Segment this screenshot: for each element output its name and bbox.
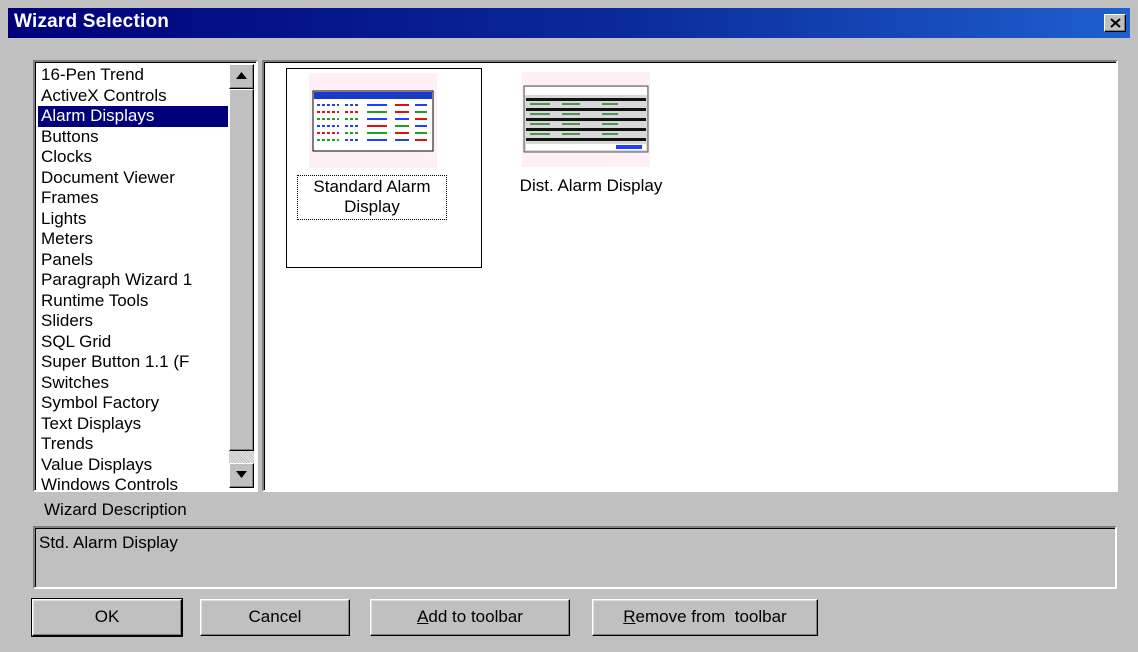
category-list: 16-Pen Trend ActiveX Controls Alarm Displa… bbox=[38, 65, 228, 490]
wizard-selection-dialog: Wizard Selection 16-Pen Trend ActiveX Con… bbox=[0, 0, 1138, 652]
category-item[interactable]: Document Viewer bbox=[38, 168, 228, 189]
category-item[interactable]: Trends bbox=[38, 434, 228, 455]
category-item[interactable]: Paragraph Wizard 1 bbox=[38, 270, 228, 291]
dist-alarm-display-thumbnail bbox=[522, 72, 650, 167]
category-item[interactable]: Panels bbox=[38, 250, 228, 271]
title-bar[interactable]: Wizard Selection bbox=[8, 8, 1130, 38]
category-item[interactable]: Value Displays bbox=[38, 455, 228, 476]
wizard-description-label: Wizard Description bbox=[44, 500, 187, 519]
category-item[interactable]: Runtime Tools bbox=[38, 291, 228, 312]
category-item[interactable]: Clocks bbox=[38, 147, 228, 168]
arrow-down-icon bbox=[236, 471, 247, 478]
category-item[interactable]: Sliders bbox=[38, 311, 228, 332]
wizard-description-text: Std. Alarm Display bbox=[39, 533, 178, 552]
category-item[interactable]: ActiveX Controls bbox=[38, 86, 228, 107]
category-item[interactable]: Switches bbox=[38, 373, 228, 394]
category-item[interactable]: Text Displays bbox=[38, 414, 228, 435]
category-item[interactable]: SQL Grid bbox=[38, 332, 228, 353]
scroll-down-button[interactable] bbox=[229, 463, 254, 488]
wizard-tile-standard-alarm-display[interactable]: Standard Alarm Display bbox=[286, 68, 482, 268]
category-listbox[interactable]: 16-Pen Trend ActiveX Controls Alarm Displa… bbox=[33, 60, 258, 492]
category-item[interactable]: Windows Controls bbox=[38, 475, 228, 490]
close-icon bbox=[1110, 18, 1121, 28]
scroll-up-button[interactable] bbox=[229, 64, 254, 89]
wizard-tile-label: Standard Alarm Display bbox=[297, 175, 447, 220]
arrow-up-icon bbox=[236, 72, 247, 79]
window-title: Wizard Selection bbox=[14, 11, 170, 32]
category-item[interactable]: Symbol Factory bbox=[38, 393, 228, 414]
remove-from-toolbar-button[interactable]: Remove from toolbar bbox=[592, 599, 818, 636]
standard-alarm-display-thumbnail bbox=[309, 73, 437, 168]
cancel-button[interactable]: Cancel bbox=[200, 599, 350, 636]
wizard-tile-dist-alarm-display[interactable]: Dist. Alarm Display bbox=[496, 68, 686, 268]
category-item[interactable]: Buttons bbox=[38, 127, 228, 148]
ok-button[interactable]: OK bbox=[31, 598, 183, 637]
category-item[interactable]: 16-Pen Trend bbox=[38, 65, 228, 86]
add-to-toolbar-button[interactable]: Add to toolbar bbox=[370, 599, 570, 636]
category-item[interactable]: Frames bbox=[38, 188, 228, 209]
close-button[interactable] bbox=[1104, 14, 1126, 32]
category-item[interactable]: Meters bbox=[38, 229, 228, 250]
wizard-tile-label: Dist. Alarm Display bbox=[519, 176, 663, 195]
wizard-preview-pane: Standard Alarm Display Dist. Alarm Displ… bbox=[262, 60, 1118, 492]
scroll-thumb[interactable] bbox=[229, 89, 254, 451]
category-item[interactable]: Super Button 1.1 (F bbox=[38, 352, 228, 373]
category-item[interactable]: Lights bbox=[38, 209, 228, 230]
category-item[interactable]: Alarm Displays bbox=[38, 106, 228, 127]
category-scrollbar[interactable] bbox=[229, 64, 254, 488]
wizard-description-box: Std. Alarm Display bbox=[33, 526, 1117, 589]
